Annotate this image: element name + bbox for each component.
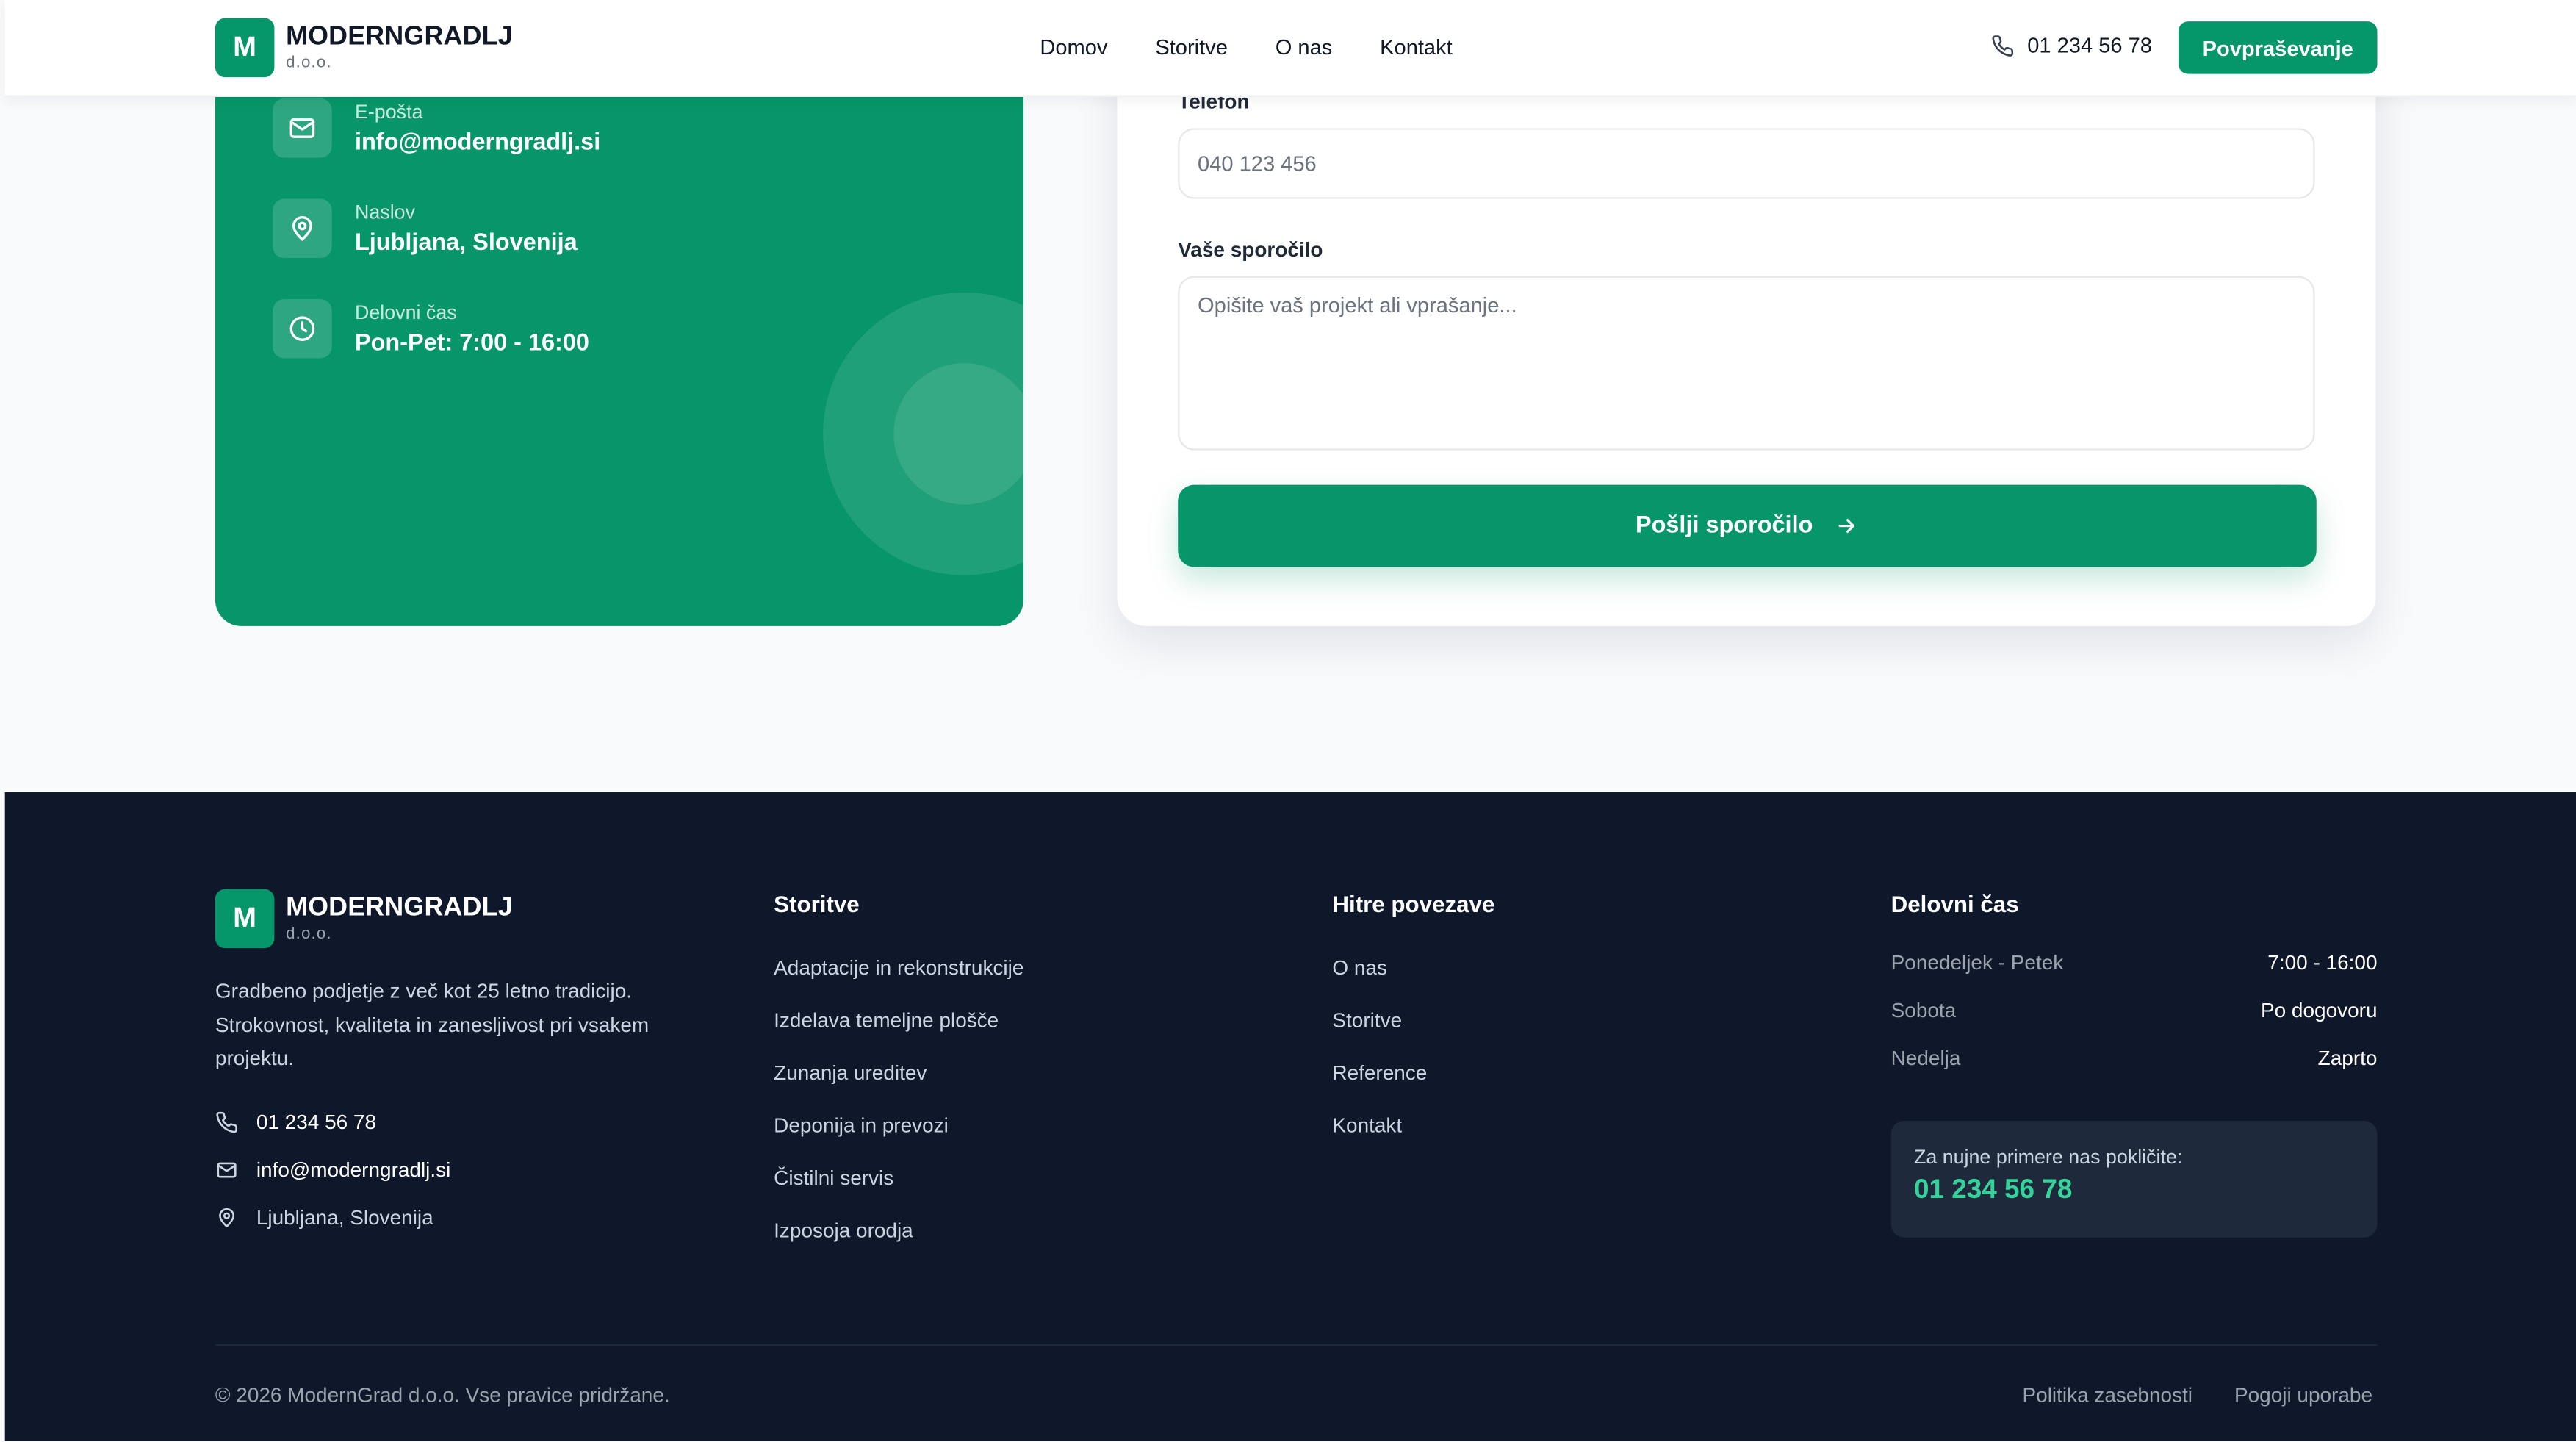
mail-icon bbox=[215, 1158, 238, 1181]
hours-time: Po dogovoru bbox=[2260, 999, 2378, 1022]
footer-service-link[interactable]: Čistilni servis bbox=[774, 1167, 893, 1190]
footer-service-link[interactable]: Adaptacije in rekonstrukcije bbox=[774, 956, 1023, 979]
submit-button[interactable]: Pošlji sporočilo bbox=[1178, 484, 2317, 567]
hours-day: Sobota bbox=[1890, 999, 1957, 1022]
message-field-label: Vaše sporočilo bbox=[1178, 238, 1323, 262]
phone-icon bbox=[1991, 34, 2014, 57]
phone-icon bbox=[215, 1111, 238, 1134]
logo-mark: M bbox=[215, 889, 275, 949]
footer-service-link[interactable]: Deponija in prevozi bbox=[774, 1114, 949, 1137]
footer-phone-text: 01 234 56 78 bbox=[256, 1111, 377, 1134]
terms-of-use-link[interactable]: Pogoji uporabe bbox=[2234, 1384, 2372, 1407]
nav-links: Domov Storitve O nas Kontakt bbox=[1040, 35, 1452, 60]
footer-phone[interactable]: 01 234 56 78 bbox=[215, 1111, 376, 1134]
footer-quicklinks-heading: Hitre povezave bbox=[1332, 890, 1495, 917]
brand-logo[interactable]: M MODERNGRADLJ d.o.o. bbox=[215, 18, 513, 78]
info-value-hours: Pon-Pet: 7:00 - 16:00 bbox=[354, 330, 589, 357]
nav-phone-link[interactable]: 01 234 56 78 bbox=[1991, 32, 2152, 58]
info-item-address: Naslov Ljubljana, Slovenija bbox=[273, 198, 578, 259]
footer-service-link[interactable]: Izposoja orodja bbox=[774, 1219, 913, 1242]
info-item-email: E-pošta info@moderngradlj.si bbox=[273, 98, 600, 158]
logo-mark: M bbox=[215, 18, 275, 78]
footer-email-text: info@moderngradlj.si bbox=[256, 1158, 451, 1182]
arrow-right-icon bbox=[1836, 514, 1859, 537]
footer-quick-link[interactable]: O nas bbox=[1332, 956, 1387, 979]
footer-service-link[interactable]: Zunanja ureditev bbox=[774, 1061, 927, 1084]
hours-row: Sobota Po dogovoru bbox=[1891, 999, 2378, 1022]
footer-quick-link[interactable]: Reference bbox=[1332, 1061, 1427, 1084]
page-root: E-pošta info@moderngradlj.si Naslov Ljub… bbox=[0, 0, 2576, 1441]
nav-link-domov[interactable]: Domov bbox=[1040, 35, 1107, 60]
phone-field-box bbox=[1178, 128, 2315, 199]
footer-hours-heading: Delovni čas bbox=[1890, 890, 2019, 917]
decorative-circle-inner bbox=[893, 363, 1024, 505]
footer-brand-name: MODERNGRADLJ bbox=[286, 893, 513, 922]
urgent-phone-link[interactable]: 01 234 56 78 bbox=[1914, 1175, 2354, 1206]
hours-time: 7:00 - 16:00 bbox=[2267, 951, 2378, 975]
footer-brand-suffix: d.o.o. bbox=[286, 924, 332, 943]
footer-description: Gradbeno podjetje z več kot 25 letno tra… bbox=[215, 979, 650, 1070]
message-textarea[interactable] bbox=[1179, 277, 2314, 449]
mail-icon bbox=[273, 98, 332, 158]
footer-address-text: Ljubljana, Slovenija bbox=[256, 1206, 433, 1230]
clock-icon bbox=[273, 298, 332, 359]
footer-email[interactable]: info@moderngradlj.si bbox=[215, 1158, 451, 1182]
nav-phone-number: 01 234 56 78 bbox=[2027, 32, 2152, 58]
urgent-label: Za nujne primere nas pokličite: bbox=[1913, 1145, 2183, 1169]
footer-divider bbox=[215, 1344, 2378, 1346]
top-navbar: M MODERNGRADLJ d.o.o. Domov Storitve O n… bbox=[4, 0, 2576, 97]
footer-brand-logo[interactable]: M MODERNGRADLJ d.o.o. bbox=[215, 889, 513, 949]
info-label: Naslov bbox=[354, 200, 416, 224]
location-pin-icon bbox=[215, 1206, 238, 1229]
footer-service-link[interactable]: Izdelava temeljne plošče bbox=[774, 1009, 999, 1032]
hours-time: Zaprto bbox=[2317, 1047, 2378, 1070]
nav-link-storitve[interactable]: Storitve bbox=[1155, 35, 1228, 60]
site-footer: M MODERNGRADLJ d.o.o. Gradbeno podjetje … bbox=[4, 792, 2576, 1441]
submit-button-label: Pošlji sporočilo bbox=[1635, 512, 1813, 539]
message-field-box bbox=[1178, 276, 2315, 451]
info-item-hours: Delovni čas Pon-Pet: 7:00 - 16:00 bbox=[273, 298, 589, 359]
info-value-address: Ljubljana, Slovenija bbox=[354, 230, 578, 257]
footer-address: Ljubljana, Slovenija bbox=[215, 1206, 433, 1230]
hours-row: Ponedeljek - Petek 7:00 - 16:00 bbox=[1891, 952, 2378, 975]
copyright-text: © 2026 ModernGrad d.o.o. Vse pravice pri… bbox=[215, 1383, 670, 1407]
brand-suffix: d.o.o. bbox=[286, 53, 332, 72]
phone-input[interactable] bbox=[1179, 129, 2314, 198]
info-label: E-pošta bbox=[354, 100, 423, 123]
nav-link-kontakt[interactable]: Kontakt bbox=[1380, 35, 1453, 60]
hours-day: Nedelja bbox=[1890, 1047, 1961, 1070]
inquiry-button[interactable]: Povpraševanje bbox=[2178, 21, 2378, 74]
hours-day: Ponedeljek - Petek bbox=[1890, 951, 2064, 975]
info-label: Delovni čas bbox=[354, 301, 457, 324]
privacy-policy-link[interactable]: Politika zasebnosti bbox=[2023, 1384, 2192, 1407]
location-pin-icon bbox=[273, 198, 332, 259]
footer-services-heading: Storitve bbox=[774, 890, 860, 917]
footer-quick-link[interactable]: Kontakt bbox=[1332, 1114, 1402, 1137]
hours-row: Nedelja Zaprto bbox=[1891, 1047, 2378, 1069]
brand-name: MODERNGRADLJ bbox=[286, 22, 513, 51]
nav-link-o-nas[interactable]: O nas bbox=[1276, 35, 1333, 60]
info-value-email[interactable]: info@moderngradlj.si bbox=[355, 130, 600, 157]
footer-quick-link[interactable]: Storitve bbox=[1332, 1009, 1402, 1032]
urgent-contact-box: Za nujne primere nas pokličite: 01 234 5… bbox=[1890, 1120, 2378, 1238]
